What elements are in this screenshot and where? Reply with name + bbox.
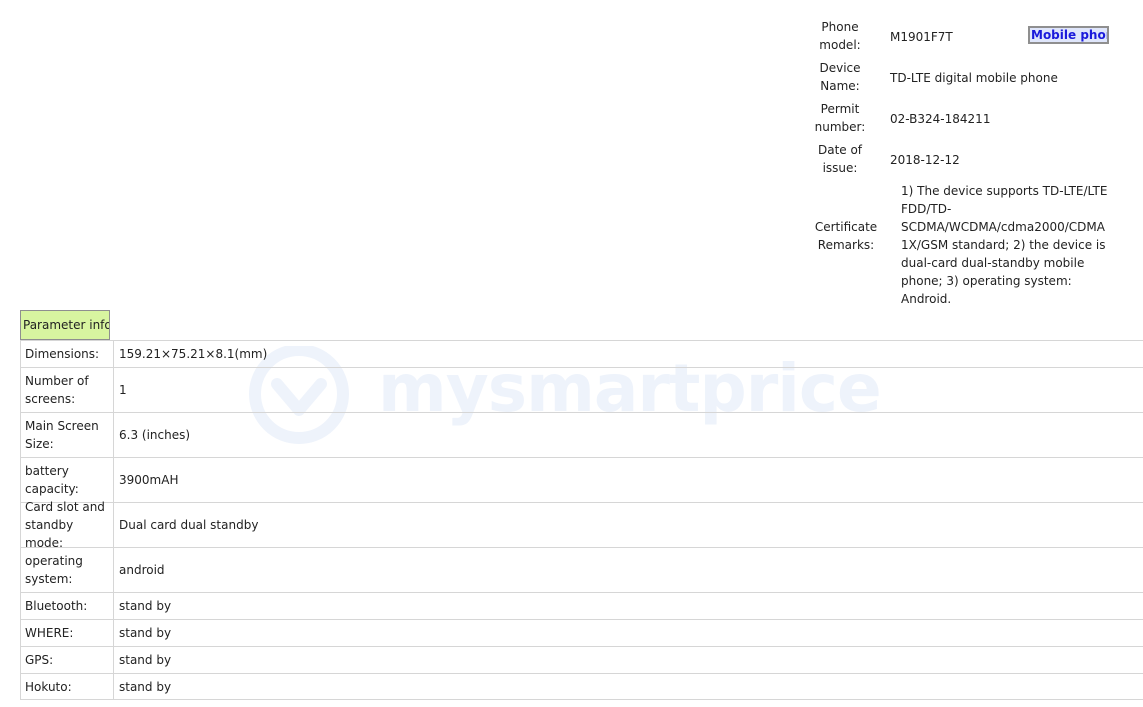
table-row: Hokuto: stand by bbox=[20, 673, 1143, 700]
row-label: Hokuto: bbox=[21, 674, 114, 699]
certificate-remarks-label: Certificate Remarks: bbox=[814, 220, 878, 252]
mobile-phone-tab[interactable]: Mobile phon bbox=[1028, 26, 1109, 44]
row-label: WHERE: bbox=[21, 620, 114, 646]
row-value: stand by bbox=[119, 599, 172, 613]
date-of-issue-value: 2018-12-12 bbox=[890, 153, 960, 167]
row-label: Number of screens: bbox=[21, 368, 114, 412]
row-label: Main Screen Size: bbox=[21, 413, 114, 457]
row-value: stand by bbox=[119, 626, 172, 640]
certificate-remarks-value: 1) The device supports TD-LTE/LTE FDD/TD… bbox=[901, 184, 1108, 306]
phone-model-label: Phone model: bbox=[819, 20, 861, 52]
row-label: Card slot and standby mode: bbox=[21, 500, 114, 550]
row-label: Bluetooth: bbox=[21, 593, 114, 619]
permit-number-label: Permit number: bbox=[814, 102, 866, 134]
row-value: 6.3 (inches) bbox=[119, 428, 191, 442]
row-label: GPS: bbox=[21, 647, 114, 673]
row-value: 159.21×75.21×8.1(mm) bbox=[119, 347, 268, 361]
row-value: android bbox=[119, 563, 165, 577]
row-label: Dimensions: bbox=[21, 341, 114, 367]
table-row: Number of screens: 1 bbox=[20, 367, 1143, 412]
table-row: Dimensions: 159.21×75.21×8.1(mm) bbox=[20, 340, 1143, 367]
permit-number-value: 02-B324-184211 bbox=[890, 112, 991, 126]
row-value: stand by bbox=[119, 653, 172, 667]
date-of-issue-label: Date of issue: bbox=[817, 143, 863, 175]
row-value: stand by bbox=[119, 679, 172, 694]
table-row: battery capacity: 3900mAH bbox=[20, 457, 1143, 502]
table-row: operating system: android bbox=[20, 547, 1143, 592]
row-value: Dual card dual standby bbox=[119, 518, 259, 532]
table-row: Main Screen Size: 6.3 (inches) bbox=[20, 412, 1143, 457]
table-row: Card slot and standby mode: Dual card du… bbox=[20, 500, 1143, 550]
parameter-table: Dimensions: 159.21×75.21×8.1(mm) Number … bbox=[20, 340, 1143, 700]
parameter-info-header: Parameter info bbox=[20, 310, 110, 340]
device-name-value: TD-LTE digital mobile phone bbox=[890, 71, 1058, 85]
table-row: WHERE: stand by bbox=[20, 619, 1143, 646]
table-row: GPS: stand by bbox=[20, 646, 1143, 673]
device-name-label: Device Name: bbox=[819, 61, 861, 93]
row-label: operating system: bbox=[21, 548, 114, 592]
row-label: battery capacity: bbox=[21, 458, 114, 502]
row-value: 3900mAH bbox=[119, 473, 179, 487]
row-value: 1 bbox=[119, 383, 127, 397]
table-row: Bluetooth: stand by bbox=[20, 592, 1143, 619]
phone-model-value: M1901F7T bbox=[890, 30, 953, 44]
